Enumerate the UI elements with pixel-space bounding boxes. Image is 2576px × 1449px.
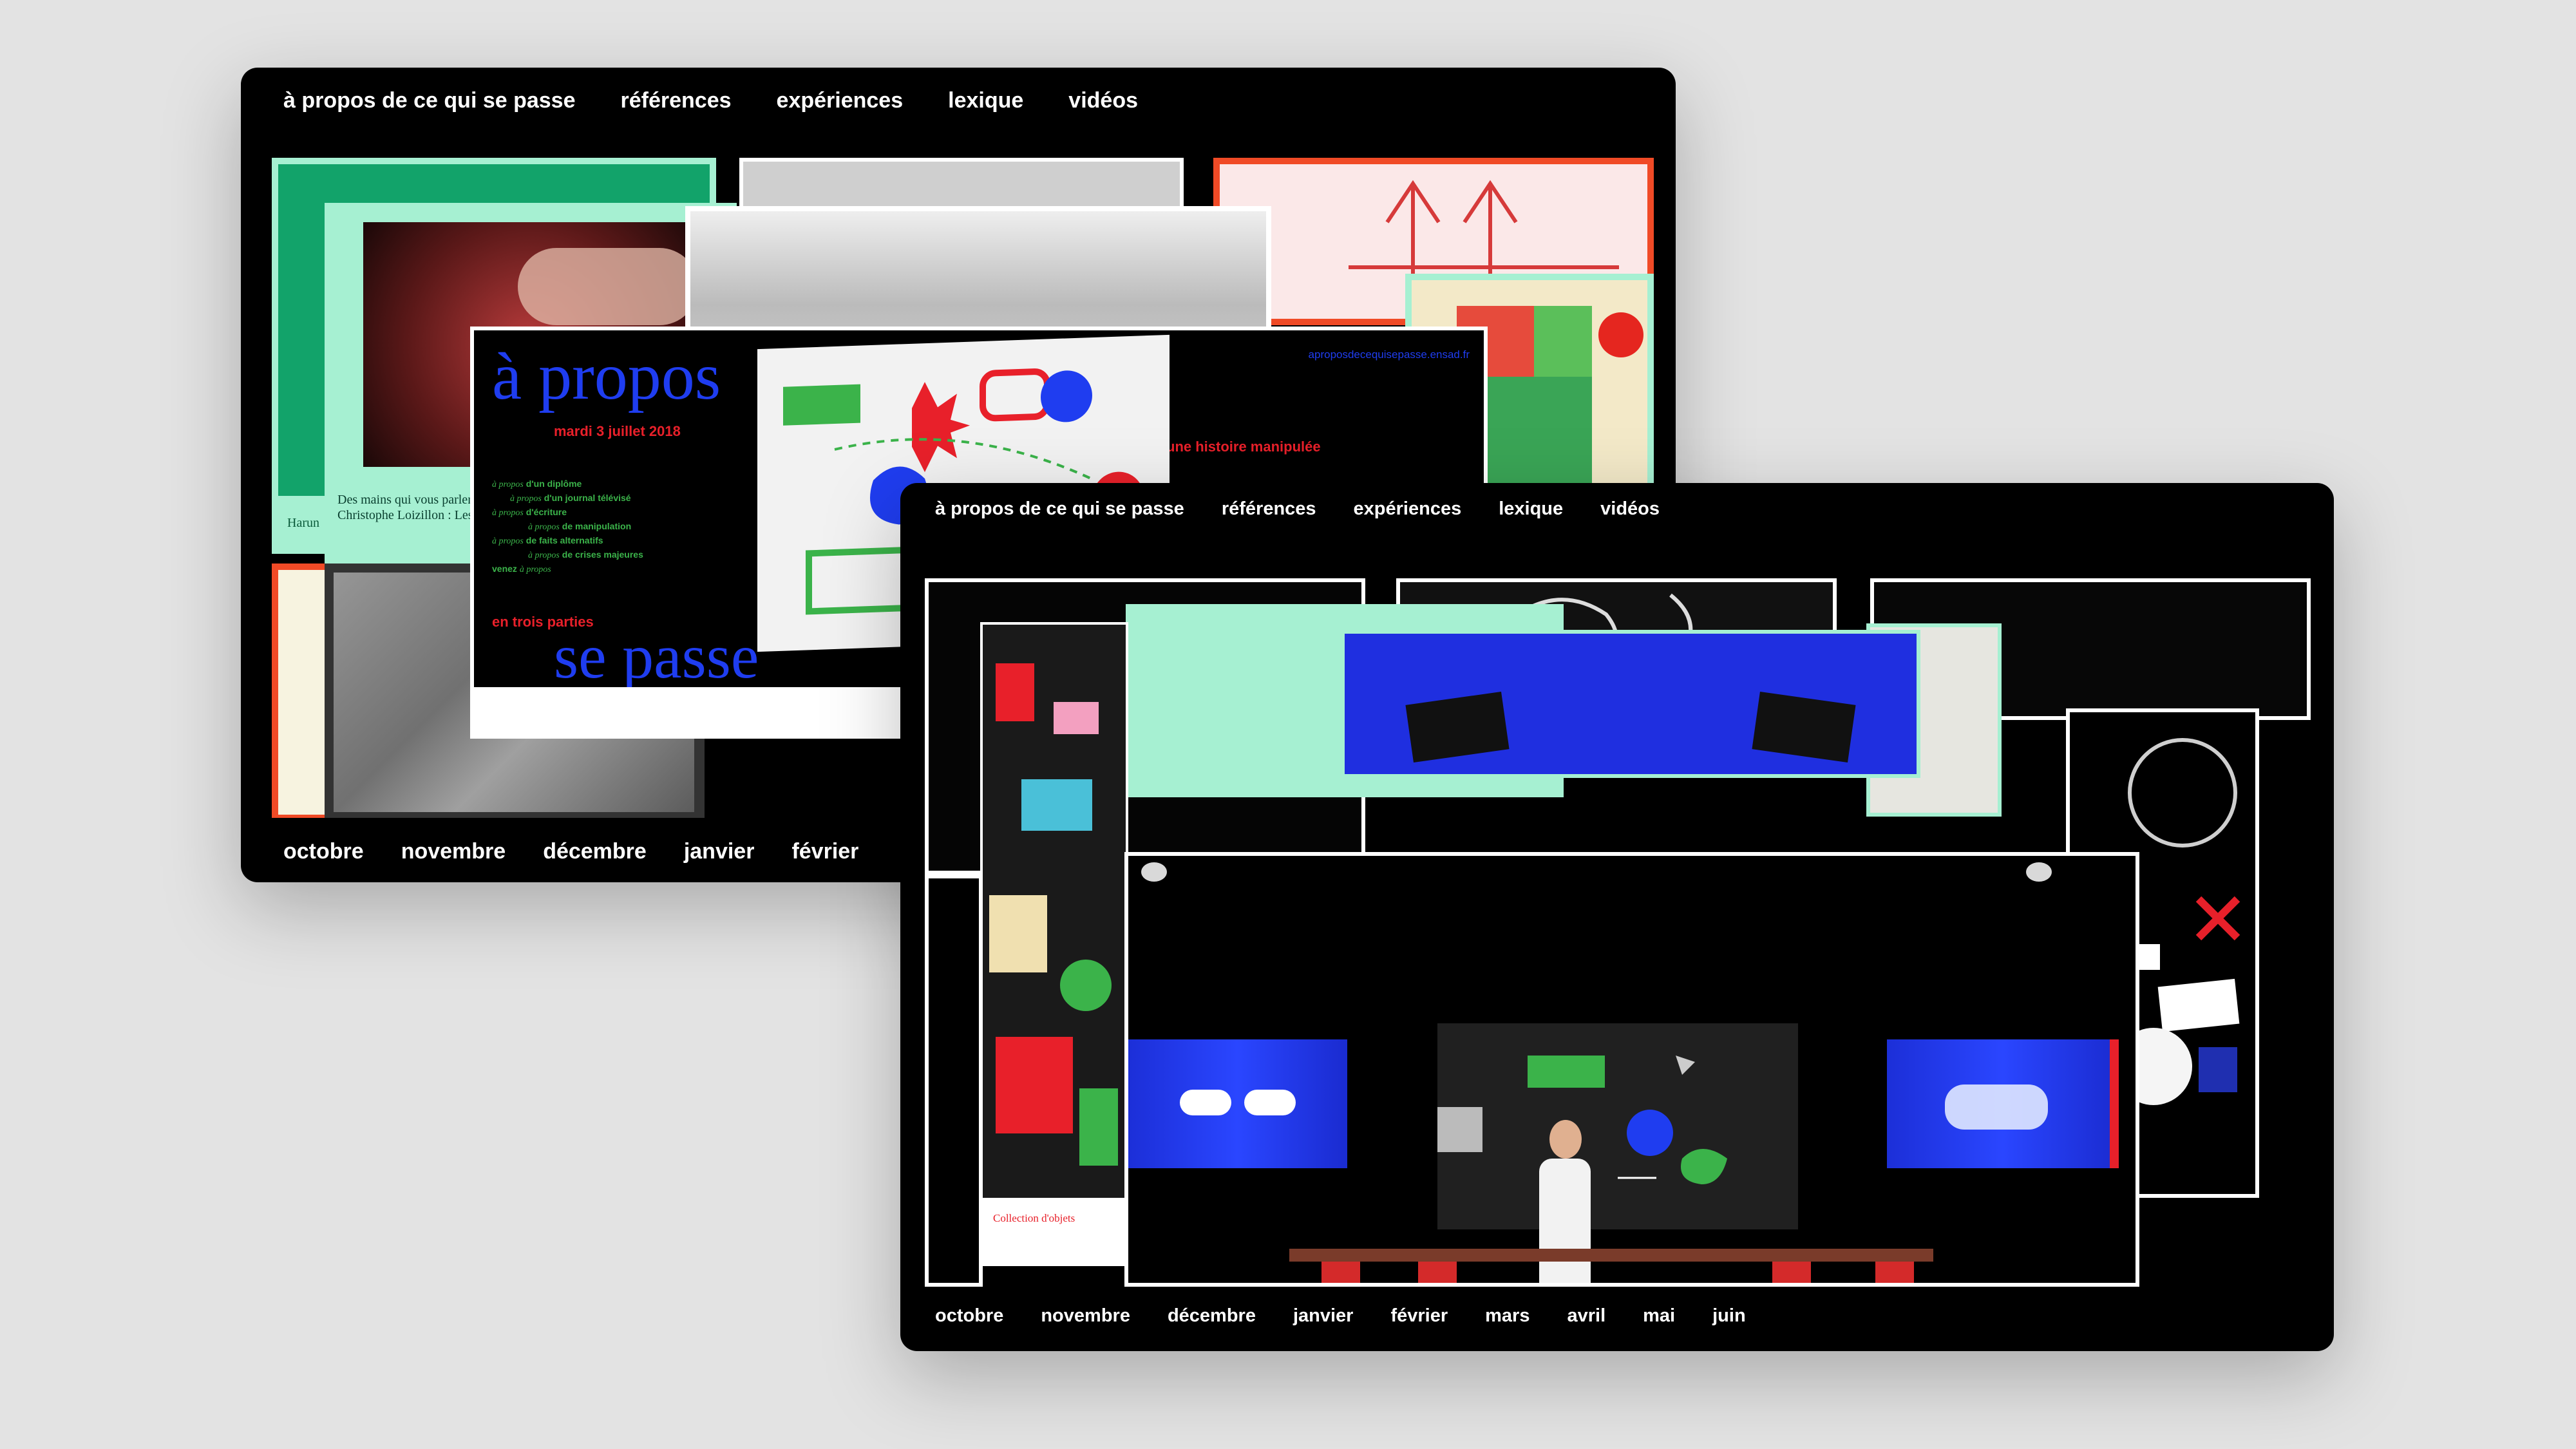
stage-screen-center <box>1437 1023 1798 1229</box>
card-caption-harun: Harun <box>287 516 319 530</box>
nav-link-lexicon[interactable]: lexique <box>948 88 1023 113</box>
poster-line: venez à propos <box>492 564 551 574</box>
month-link[interactable]: novembre <box>401 839 506 864</box>
objects-photo <box>983 625 1126 1198</box>
stage-table <box>1289 1249 1933 1262</box>
nav-link-references[interactable]: références <box>621 88 732 113</box>
month-navigation: octobre novembre décembre janvier févrie… <box>935 1305 1746 1327</box>
poster-line: à propos de faits alternatifs <box>492 535 603 546</box>
poster-subtitle: une histoire manipulée <box>1166 439 1321 455</box>
nav-link-about[interactable]: à propos de ce qui se passe <box>935 498 1184 520</box>
poster-line: à propos d'écriture <box>492 507 567 518</box>
poster-line: à propos d'un diplôme <box>492 478 582 489</box>
month-link[interactable]: décembre <box>543 839 647 864</box>
month-link[interactable]: mars <box>1485 1305 1530 1327</box>
poster-title-bottom: se passe <box>554 622 759 692</box>
card-caption-hands-1: Des mains qui vous parlen <box>337 493 475 507</box>
month-link[interactable]: janvier <box>1293 1305 1354 1327</box>
poster-date: mardi 3 juillet 2018 <box>554 423 681 439</box>
month-link[interactable]: novembre <box>1041 1305 1130 1327</box>
month-link[interactable]: juin <box>1712 1305 1746 1327</box>
website-window-front: à propos de ce qui se passe références e… <box>900 483 2334 1351</box>
card-caption-hands-2: Christophe Loizillon : Les <box>337 508 473 522</box>
nav-link-videos[interactable]: vidéos <box>1600 498 1660 520</box>
month-link[interactable]: octobre <box>283 839 364 864</box>
nav-link-references[interactable]: références <box>1222 498 1316 520</box>
month-link[interactable]: avril <box>1567 1305 1605 1327</box>
nav-link-lexicon[interactable]: lexique <box>1499 498 1563 520</box>
nav-link-experiences[interactable]: expériences <box>777 88 904 113</box>
top-navigation: à propos de ce qui se passe références e… <box>283 88 1138 113</box>
image-gallery: Collection d'objets <box>900 578 2334 1287</box>
month-link[interactable]: décembre <box>1168 1305 1256 1327</box>
poster-lines: à propos d'un diplôme à propos d'un jour… <box>492 477 643 576</box>
month-link[interactable]: février <box>791 839 858 864</box>
month-navigation: octobre novembre décembre janvier févrie… <box>283 839 858 864</box>
stage-screen-right <box>1887 1039 2119 1168</box>
poster-caption: Invitation <box>483 708 533 723</box>
cross-icon <box>2195 896 2240 941</box>
gallery-card-objects-collection[interactable]: Collection d'objets <box>980 622 1128 1266</box>
poster-title-top: à propos <box>492 339 721 413</box>
top-navigation: à propos de ce qui se passe références e… <box>935 498 1660 520</box>
gallery-card-blue-stage[interactable] <box>1341 630 1920 778</box>
month-link[interactable]: octobre <box>935 1305 1003 1327</box>
card-caption-objects: Collection d'objets <box>993 1212 1075 1224</box>
poster-line: à propos de manipulation <box>528 521 632 532</box>
gallery-card-left-strip[interactable] <box>925 875 983 1287</box>
stage-performance-video[interactable] <box>1124 852 2139 1287</box>
stage-screen-left <box>1128 1039 1347 1168</box>
poster-url: aproposdecequisepasse.ensad.fr <box>1308 348 1470 361</box>
month-link[interactable]: mai <box>1643 1305 1675 1327</box>
month-link[interactable]: janvier <box>684 839 755 864</box>
nav-link-experiences[interactable]: expériences <box>1354 498 1462 520</box>
performer <box>1526 1120 1604 1283</box>
nav-link-about[interactable]: à propos de ce qui se passe <box>283 88 576 113</box>
poster-line: à propos d'un journal télévisé <box>510 493 631 504</box>
month-link[interactable]: février <box>1390 1305 1448 1327</box>
nav-link-videos[interactable]: vidéos <box>1068 88 1138 113</box>
poster-line: à propos de crises majeures <box>528 549 643 560</box>
